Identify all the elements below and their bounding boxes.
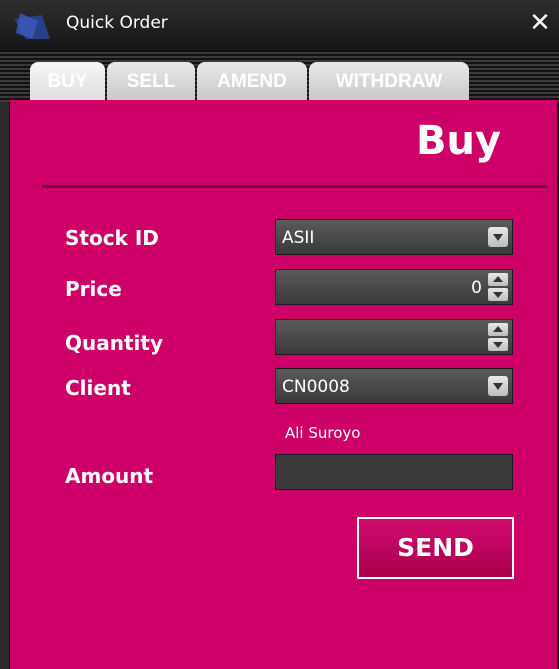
chevron-down-icon[interactable]: [488, 227, 508, 247]
amount-field: [275, 454, 513, 490]
decrement-icon[interactable]: [488, 288, 508, 301]
price-spinner: [488, 273, 508, 301]
window-title: Quick Order: [66, 13, 168, 33]
title-bar: Quick Order ✕: [0, 0, 559, 50]
client-value: CN0008: [282, 377, 350, 397]
price-value: 0: [471, 278, 482, 298]
chevron-down-icon[interactable]: [488, 376, 508, 396]
client-select[interactable]: CN0008: [275, 368, 513, 404]
form-heading: Buy: [415, 118, 501, 164]
stock-id-label: Stock ID: [65, 226, 159, 250]
tab-buy[interactable]: BUY: [30, 62, 105, 100]
left-border: [0, 102, 10, 669]
quantity-stepper[interactable]: [275, 319, 513, 355]
close-icon[interactable]: ✕: [527, 8, 553, 38]
stock-id-value: ASII: [282, 228, 315, 248]
order-tabs: BUY SELL AMEND WITHDRAW: [30, 62, 469, 100]
price-label: Price: [65, 277, 122, 301]
quantity-spinner: [488, 323, 508, 351]
tab-sell[interactable]: SELL: [107, 62, 195, 100]
client-label: Client: [65, 376, 131, 400]
amount-label: Amount: [65, 464, 154, 488]
send-button[interactable]: SEND: [357, 517, 514, 579]
quantity-label: Quantity: [65, 331, 163, 355]
quick-order-window: Quick Order ✕ BUY SELL AMEND WITHDRAW Bu…: [0, 0, 559, 669]
decrement-icon[interactable]: [488, 338, 508, 351]
order-form-panel: Buy Stock ID ASII Price 0 Quantity Clien…: [10, 100, 557, 669]
stock-id-select[interactable]: ASII: [275, 219, 513, 255]
client-name: Ali Suroyo: [285, 424, 361, 442]
tab-amend[interactable]: AMEND: [197, 62, 307, 100]
price-stepper[interactable]: 0: [275, 269, 513, 305]
app-logo-icon: [14, 13, 50, 39]
increment-icon[interactable]: [488, 323, 508, 336]
increment-icon[interactable]: [488, 273, 508, 286]
tab-withdraw[interactable]: WITHDRAW: [309, 62, 469, 100]
heading-divider: [42, 185, 547, 188]
